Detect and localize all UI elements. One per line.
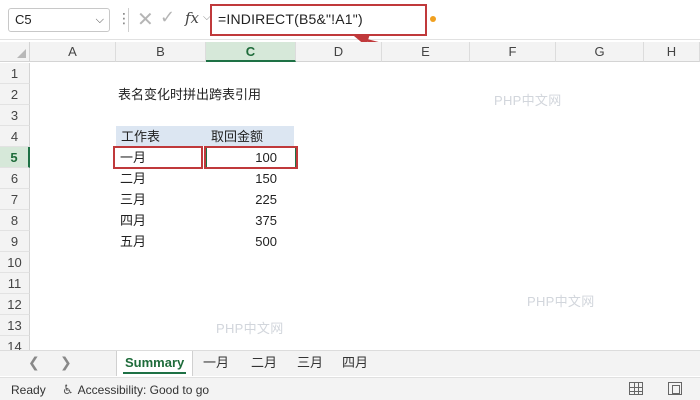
normal-view-icon[interactable] xyxy=(629,382,643,395)
tab-march[interactable]: 三月 xyxy=(297,351,323,376)
table-row-sheet-name[interactable]: 二月 xyxy=(120,168,146,189)
row-header-6[interactable]: 6 xyxy=(0,168,30,189)
spreadsheet-grid[interactable]: A B C D E F G H 1 2 3 4 5 6 7 8 9 10 11 … xyxy=(0,42,700,350)
accessibility-icon: ♿ xyxy=(62,382,74,397)
row-header-13[interactable]: 13 xyxy=(0,315,30,336)
accessibility-label: Accessibility: Good to go xyxy=(77,383,210,397)
table-row-sheet-name[interactable]: 四月 xyxy=(120,210,146,231)
col-header-g[interactable]: G xyxy=(556,42,644,62)
watermark: PHP中文网 xyxy=(494,93,562,108)
table-row-sheet-name[interactable]: 三月 xyxy=(120,189,146,210)
col-header-a[interactable]: A xyxy=(30,42,116,62)
row-header-5[interactable]: 5 xyxy=(0,147,30,168)
tab-january[interactable]: 一月 xyxy=(203,351,229,376)
status-dot-icon xyxy=(430,16,436,22)
name-box-value: C5 xyxy=(15,12,32,27)
col-header-d[interactable]: D xyxy=(296,42,382,62)
highlight-box-c5 xyxy=(204,146,298,169)
sheet-title[interactable]: 表名变化时拼出跨表引用 xyxy=(118,84,261,105)
table-row-amount[interactable]: 375 xyxy=(206,210,277,231)
row-header-4[interactable]: 4 xyxy=(0,126,30,147)
page-layout-view-icon[interactable] xyxy=(668,382,682,395)
prev-sheet-icon[interactable]: ❮ xyxy=(28,354,40,371)
chevron-down-icon[interactable]: ⌵ xyxy=(96,9,104,31)
row-header-8[interactable]: 8 xyxy=(0,210,30,231)
insert-function-icon[interactable]: fx xyxy=(185,9,199,27)
row-header-10[interactable]: 10 xyxy=(0,252,30,273)
divider xyxy=(128,8,129,32)
row-header-3[interactable]: 3 xyxy=(0,105,30,126)
cancel-icon[interactable]: ✕ xyxy=(137,7,154,32)
row-header-9[interactable]: 9 xyxy=(0,231,30,252)
enter-icon[interactable]: ✓ xyxy=(160,7,175,28)
col-header-e[interactable]: E xyxy=(382,42,470,62)
col-header-c[interactable]: C xyxy=(206,42,296,62)
table-row-amount[interactable]: 225 xyxy=(206,189,277,210)
row-header-2[interactable]: 2 xyxy=(0,84,30,105)
header-amount[interactable]: 取回金额 xyxy=(211,126,263,147)
tab-february[interactable]: 二月 xyxy=(251,351,277,376)
table-row-amount[interactable]: 500 xyxy=(206,231,277,252)
next-sheet-icon[interactable]: ❯ xyxy=(60,354,72,371)
accessibility-status[interactable]: ♿ Accessibility: Good to go xyxy=(62,382,209,398)
table-row-amount[interactable]: 150 xyxy=(206,168,277,189)
row-header-12[interactable]: 12 xyxy=(0,294,30,315)
watermark: PHP中文网 xyxy=(216,321,284,336)
watermark: PHP中文网 xyxy=(527,294,595,309)
row-header-14[interactable]: 14 xyxy=(0,336,30,350)
header-sheet-name[interactable]: 工作表 xyxy=(121,126,160,147)
status-bar: Ready ♿ Accessibility: Good to go xyxy=(0,377,700,400)
col-header-f[interactable]: F xyxy=(470,42,556,62)
row-header-1[interactable]: 1 xyxy=(0,63,30,84)
table-row-sheet-name[interactable]: 五月 xyxy=(120,231,146,252)
tab-summary[interactable]: Summary xyxy=(116,351,194,376)
name-box[interactable]: C5 ⌵ xyxy=(8,8,110,32)
tab-april[interactable]: 四月 xyxy=(342,351,368,376)
col-header-h[interactable]: H xyxy=(644,42,700,62)
select-all-corner[interactable] xyxy=(0,42,30,62)
col-header-b[interactable]: B xyxy=(116,42,206,62)
status-ready: Ready xyxy=(11,383,46,397)
highlight-box-b5 xyxy=(113,146,203,169)
row-header-7[interactable]: 7 xyxy=(0,189,30,210)
sheet-tabs-bar: ❮ ❯ Summary 一月 二月 三月 四月 xyxy=(0,350,700,376)
row-header-11[interactable]: 11 xyxy=(0,273,30,294)
